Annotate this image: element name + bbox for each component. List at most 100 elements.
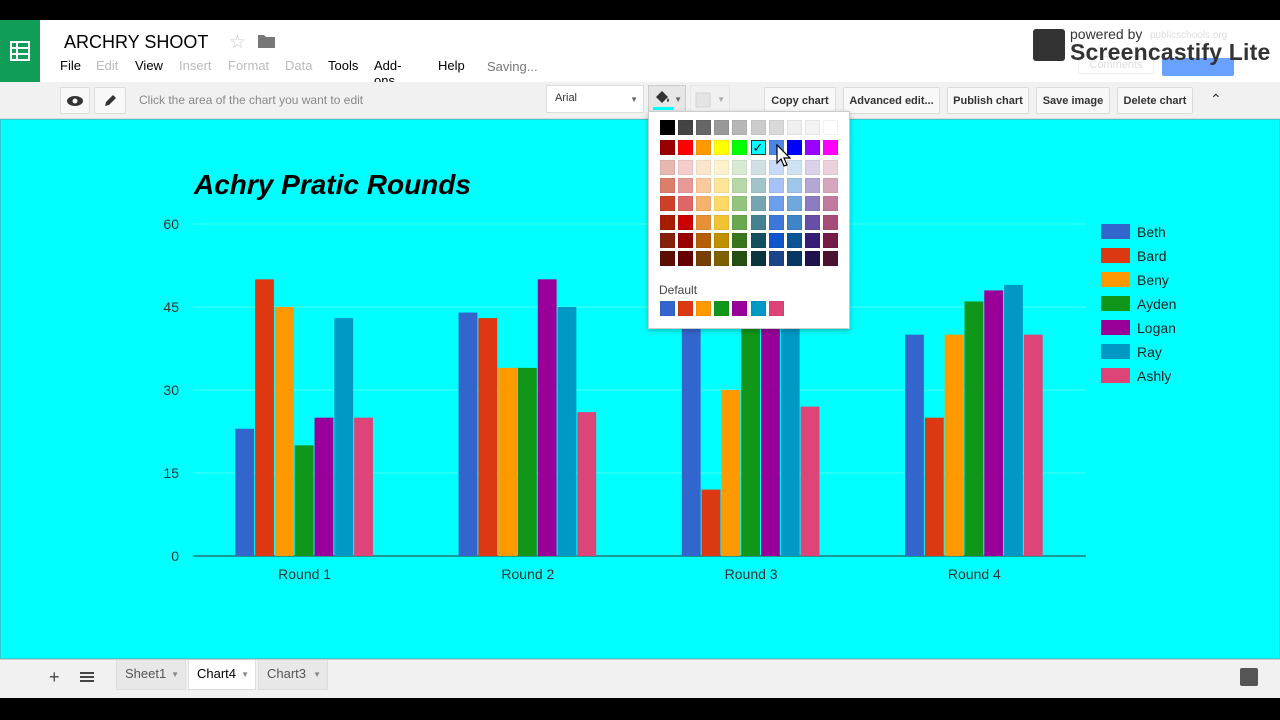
palette-swatch[interactable] (786, 214, 802, 230)
palette-swatch[interactable] (696, 214, 712, 230)
palette-swatch[interactable] (768, 214, 784, 230)
chevron-down-icon[interactable]: ▼ (171, 670, 179, 679)
palette-swatch[interactable] (714, 251, 730, 266)
palette-swatch[interactable] (768, 232, 784, 248)
palette-swatch[interactable] (786, 232, 802, 248)
legend-swatch-ray[interactable] (1101, 344, 1130, 359)
legend-label-logan[interactable]: Logan (1137, 320, 1176, 336)
palette-swatch[interactable] (678, 196, 694, 212)
y-tick-label[interactable]: 15 (163, 465, 179, 481)
bar-bard[interactable] (924, 417, 944, 556)
bar-ayden[interactable] (964, 301, 984, 556)
palette-swatch[interactable] (822, 232, 838, 248)
bar-beny[interactable] (274, 307, 294, 556)
menu-insert[interactable]: Insert (179, 58, 212, 73)
palette-default-swatch[interactable] (678, 301, 694, 316)
bar-bard[interactable] (701, 489, 721, 556)
palette-swatch[interactable] (804, 178, 820, 194)
add-sheet-plus-icon[interactable]: + (49, 667, 60, 688)
palette-swatch[interactable] (750, 120, 766, 135)
palette-swatch[interactable] (768, 251, 784, 266)
x-tick-label[interactable]: Round 1 (278, 566, 331, 582)
palette-swatch[interactable] (804, 232, 820, 248)
palette-swatch[interactable] (732, 120, 748, 135)
delete-chart-button[interactable]: Delete chart (1117, 87, 1193, 114)
palette-swatch[interactable] (678, 232, 694, 248)
bar-beny[interactable] (498, 367, 517, 556)
palette-swatch[interactable] (822, 196, 838, 212)
bar-beth[interactable] (235, 428, 255, 556)
menu-tools[interactable]: Tools (328, 58, 358, 73)
palette-swatch[interactable] (660, 140, 675, 155)
palette-swatch[interactable] (804, 214, 820, 230)
legend-label-ayden[interactable]: Ayden (1137, 296, 1176, 312)
palette-swatch[interactable] (804, 196, 820, 212)
x-tick-label[interactable]: Round 3 (725, 566, 778, 582)
bar-logan[interactable] (314, 417, 334, 556)
palette-swatch[interactable] (696, 232, 712, 248)
palette-swatch[interactable] (714, 196, 730, 212)
palette-swatch[interactable] (732, 140, 748, 155)
palette-default-swatch[interactable] (696, 301, 712, 316)
palette-swatch[interactable] (714, 160, 730, 175)
palette-swatch[interactable] (660, 160, 675, 175)
fill-color-button[interactable]: ▼ (648, 85, 686, 113)
sheet-tab-chart3[interactable]: Chart3 ▼ (258, 660, 328, 690)
advanced-edit-button[interactable]: Advanced edit... (843, 87, 940, 114)
menu-view[interactable]: View (135, 58, 163, 73)
menu-data[interactable]: Data (285, 58, 312, 73)
palette-swatch[interactable] (750, 232, 766, 248)
palette-swatch[interactable] (660, 214, 675, 230)
star-icon[interactable]: ☆ (229, 31, 246, 54)
palette-swatch[interactable] (822, 140, 838, 155)
palette-swatch[interactable] (696, 140, 712, 155)
palette-swatch[interactable] (768, 178, 784, 194)
copy-chart-button[interactable]: Copy chart (764, 87, 836, 114)
palette-swatch[interactable] (696, 120, 712, 135)
palette-swatch[interactable] (750, 178, 766, 194)
legend-swatch-beny[interactable] (1101, 272, 1130, 287)
bar-ray[interactable] (780, 318, 800, 556)
y-tick-label[interactable]: 0 (171, 548, 179, 564)
palette-swatch[interactable] (822, 120, 838, 135)
palette-swatch[interactable] (750, 251, 766, 266)
palette-swatch[interactable] (732, 232, 748, 248)
menu-edit[interactable]: Edit (96, 58, 118, 73)
bar-beth[interactable] (681, 312, 701, 556)
save-image-button[interactable]: Save image (1036, 87, 1110, 114)
palette-swatch[interactable] (768, 196, 784, 212)
bar-beth[interactable] (458, 312, 478, 556)
palette-swatch[interactable] (714, 120, 730, 135)
legend-label-ray[interactable]: Ray (1137, 344, 1162, 360)
bar-ray[interactable] (557, 307, 577, 556)
palette-swatch[interactable] (660, 196, 675, 212)
sheet-tab-chart4[interactable]: Chart4 ▼ (188, 660, 256, 690)
legend-label-beth[interactable]: Beth (1137, 224, 1166, 240)
chart-title[interactable]: Achry Pratic Rounds (193, 169, 471, 200)
palette-swatch[interactable] (732, 214, 748, 230)
explore-icon[interactable] (1240, 668, 1258, 686)
chevron-down-icon[interactable]: ▼ (313, 670, 321, 679)
palette-swatch[interactable] (822, 251, 838, 266)
legend-swatch-ashly[interactable] (1101, 368, 1130, 383)
palette-default-swatch[interactable] (660, 301, 675, 316)
palette-swatch[interactable] (678, 251, 694, 266)
palette-swatch[interactable] (660, 251, 675, 266)
palette-default-swatch[interactable] (714, 301, 730, 316)
palette-swatch[interactable] (786, 178, 802, 194)
menu-help[interactable]: Help (438, 58, 465, 73)
legend-label-ashly[interactable]: Ashly (1137, 368, 1171, 384)
y-tick-label[interactable]: 30 (163, 382, 179, 398)
y-tick-label[interactable]: 60 (163, 216, 179, 232)
legend-swatch-bard[interactable] (1101, 248, 1130, 263)
border-color-button[interactable]: ▼ (690, 85, 730, 113)
sheets-logo-icon[interactable] (0, 20, 40, 82)
palette-swatch[interactable] (750, 160, 766, 175)
palette-swatch[interactable] (750, 196, 766, 212)
palette-swatch[interactable] (822, 178, 838, 194)
bar-beny[interactable] (721, 390, 741, 556)
palette-swatch[interactable] (786, 196, 802, 212)
view-mode-button[interactable] (60, 87, 90, 114)
palette-swatch[interactable] (804, 140, 820, 155)
palette-swatch[interactable] (714, 178, 730, 194)
